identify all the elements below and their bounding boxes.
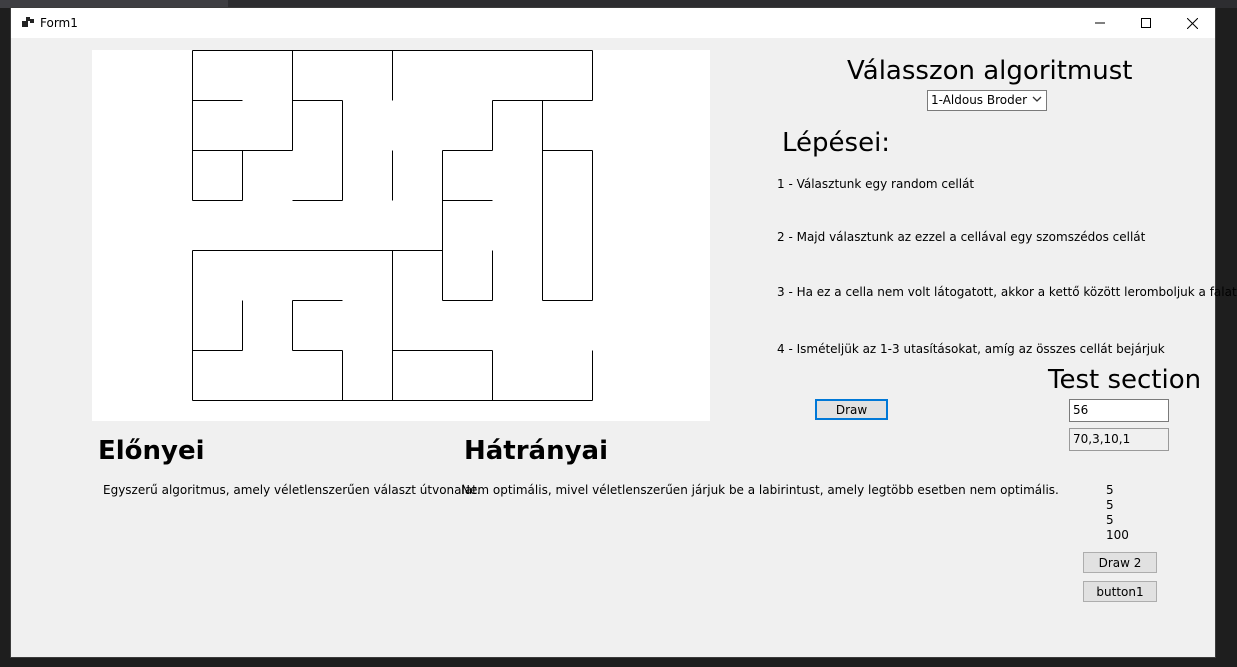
steps-heading: Lépései: [782, 128, 891, 158]
step-item: 3 - Ha ez a cella nem volt látogatott, a… [777, 285, 1237, 299]
test-value: 5 [1106, 483, 1114, 497]
algorithm-selected-value: 1-Aldous Broder [931, 93, 1028, 107]
ide-tab[interactable] [0, 0, 228, 8]
draw-button[interactable]: Draw [815, 399, 888, 420]
ide-editor-left [0, 8, 11, 667]
test-input-1[interactable]: 56 [1069, 399, 1169, 422]
maze-drawing [192, 50, 593, 401]
pros-heading: Előnyei [98, 436, 205, 466]
button1[interactable]: button1 [1083, 581, 1157, 602]
test-value: 5 [1106, 498, 1114, 512]
test-value: 100 [1106, 528, 1129, 542]
step-item: 2 - Majd választunk az ezzel a cellával … [777, 230, 1146, 244]
step-item: 4 - Ismételjük az 1-3 utasításokat, amíg… [777, 342, 1165, 356]
maximize-button[interactable] [1123, 8, 1169, 38]
app-icon [21, 16, 35, 30]
minimize-icon [1095, 22, 1105, 24]
test-value: 5 [1106, 513, 1114, 527]
draw2-button[interactable]: Draw 2 [1083, 552, 1157, 573]
maximize-icon [1141, 18, 1151, 28]
maze-canvas [92, 50, 710, 421]
minimize-button[interactable] [1077, 8, 1123, 38]
chevron-down-icon [1032, 96, 1042, 102]
test-input-2[interactable]: 70,3,10,1 [1069, 428, 1169, 451]
title-bar[interactable]: Form1 [11, 8, 1215, 38]
algorithm-select[interactable]: 1-Aldous Broder [927, 90, 1047, 111]
test-section-heading: Test section [1048, 365, 1202, 395]
close-button[interactable] [1169, 8, 1215, 38]
pros-text: Egyszerű algoritmus, amely véletlenszerű… [103, 483, 481, 497]
ide-editor-right [1215, 8, 1237, 667]
form-window: Form1 Válasszon algoritmust 1-Aldous Bro… [11, 8, 1237, 657]
algorithm-heading: Válasszon algoritmust [847, 56, 1133, 86]
close-icon [1186, 17, 1198, 29]
step-item: 1 - Választunk egy random cellát [777, 177, 975, 191]
cons-heading: Hátrányai [464, 436, 609, 466]
cons-text: Nem optimális, mivel véletlenszerűen jár… [461, 483, 1059, 497]
window-title: Form1 [40, 16, 78, 30]
